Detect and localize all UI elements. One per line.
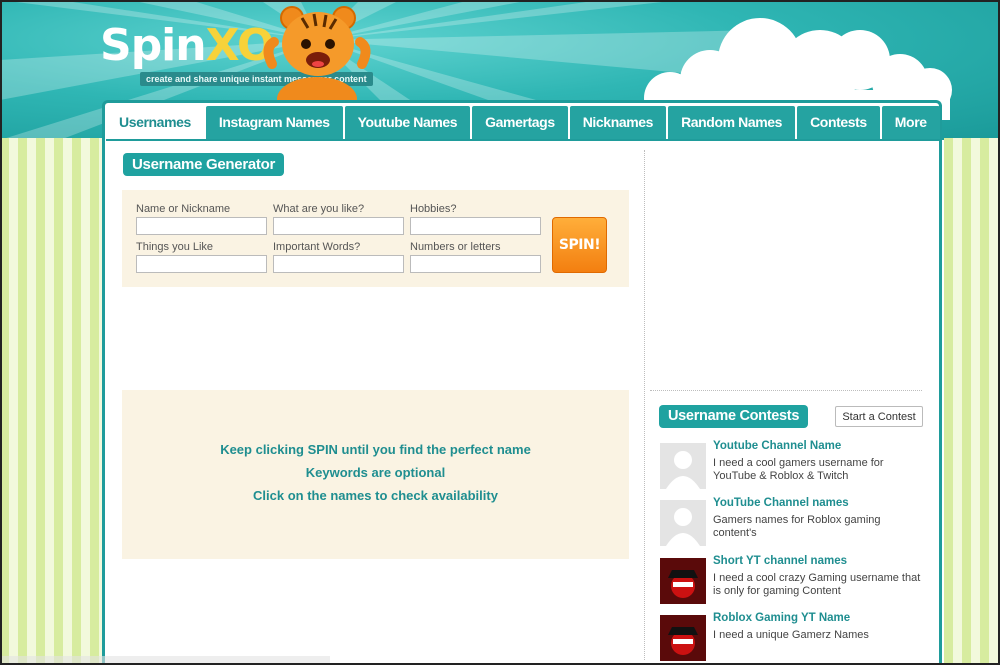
screenshot-frame [0, 0, 1000, 665]
